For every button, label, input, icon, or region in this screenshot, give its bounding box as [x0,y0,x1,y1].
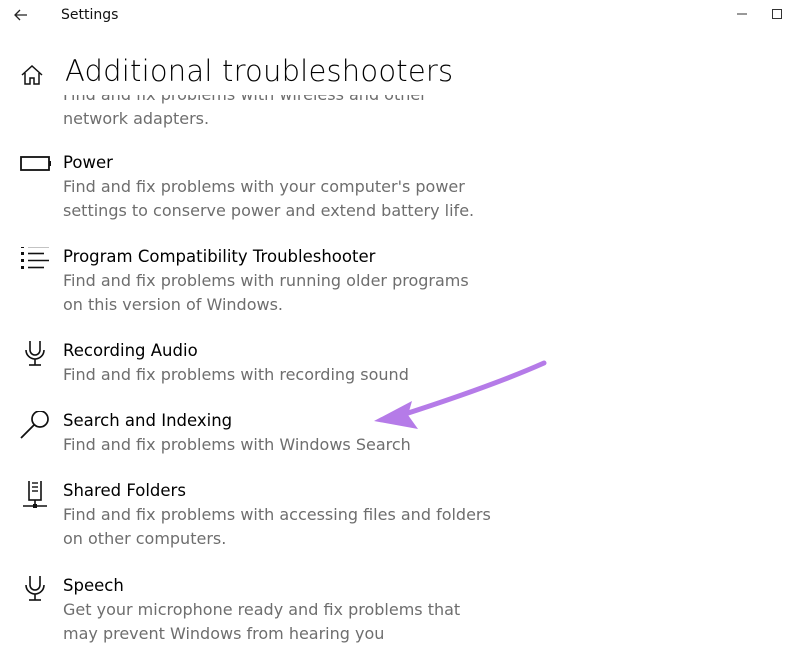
back-arrow-icon [14,9,27,21]
maximize-button[interactable] [757,0,797,30]
troubleshooter-item-program-compatibility[interactable]: Program Compatibility Troubleshooter Fin… [0,247,560,319]
app-title: Settings [61,7,119,23]
item-title: Recording Audio [63,341,198,360]
item-title: Speech [63,576,124,595]
troubleshooter-item-shared-folders[interactable]: Shared Folders Find and fix problems wit… [0,481,560,553]
microphone-icon [25,576,45,601]
troubleshooter-item-speech[interactable]: Speech Get your microphone ready and fix… [0,576,560,648]
shared-folders-icon [23,481,47,508]
home-icon [21,64,43,85]
microphone-icon [25,341,45,366]
item-description: Get your microphone ready and fix proble… [63,600,461,643]
pointer-arrow-icon [374,360,547,429]
title-bar: Settings [0,0,800,34]
home-button[interactable] [20,63,44,87]
minimize-icon [737,13,747,15]
item-description: Find and fix problems with your computer… [63,177,475,220]
item-title: Power [63,153,113,172]
search-icon [20,411,49,439]
partial-description-line2: network adapters. [63,109,210,128]
partial-description-line1: Find and fix problems with wireless and … [63,95,483,107]
item-title: Search and Indexing [63,411,233,430]
page-title: Additional troubleshooters [65,54,454,88]
item-title: Program Compatibility Troubleshooter [63,247,376,266]
minimize-button[interactable] [722,0,762,30]
maximize-icon [772,9,782,19]
item-description: Find and fix problems with accessing fil… [63,505,491,548]
network-adapter-description-partial: Find and fix problems with wireless and … [63,95,483,131]
troubleshooter-item-power[interactable]: Power Find and fix problems with your co… [0,153,560,225]
item-title: Shared Folders [63,481,186,500]
battery-icon [20,156,51,171]
item-description: Find and fix problems with running older… [63,271,469,314]
list-icon [21,247,49,269]
back-button[interactable] [10,4,32,26]
